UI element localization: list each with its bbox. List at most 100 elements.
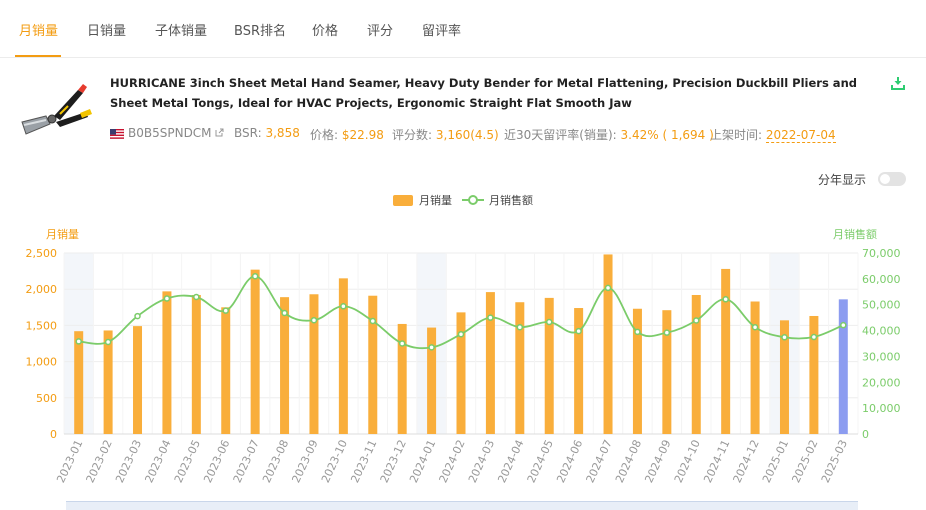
revenue-point [840, 321, 847, 329]
sales-bar [662, 310, 672, 434]
price-value: $22.98 [341, 128, 384, 142]
left-tick-label: 2,000 [26, 283, 58, 296]
sales-bar [456, 312, 466, 434]
sales-bar [838, 299, 848, 434]
x-tick-label: 2024-08 [613, 438, 644, 485]
x-tick-label: 2024-11 [701, 438, 732, 485]
bsr-info: BSR: 3,858 [234, 126, 300, 140]
revenue-point [722, 296, 729, 303]
x-tick-label: 2023-06 [201, 438, 232, 485]
left-tick-label: 1,000 [26, 356, 58, 369]
legend-bar-swatch[interactable] [393, 195, 413, 206]
sales-bar [74, 331, 84, 434]
review-count-label: 评分数: [392, 128, 433, 142]
tab-daily-sales[interactable]: 日销量 [87, 20, 126, 39]
download-icon[interactable] [891, 76, 905, 90]
sales-bar [309, 294, 319, 434]
x-tick-label: 2023-09 [289, 438, 320, 485]
sales-bar [338, 278, 348, 434]
tab-bar: 月销量 日销量 子体销量 BSR排名 价格 评分 留评率 [0, 0, 926, 58]
review-rate-info: 近30天留评率(销量): 3.42% ( 1,694 ) [504, 126, 714, 143]
right-tick-label: 20,000 [862, 376, 901, 389]
tab-monthly-sales[interactable]: 月销量 [19, 20, 58, 39]
revenue-point [810, 333, 818, 341]
price-label: 价格: [310, 128, 339, 142]
revenue-point [634, 328, 641, 336]
revenue-point [340, 303, 347, 310]
review-rate-value: 3.42% ( 1,694 ) [620, 128, 714, 142]
bsr-value: 3,858 [265, 126, 300, 140]
revenue-point [163, 295, 171, 302]
revenue-point [310, 316, 318, 324]
product-image[interactable] [16, 78, 96, 142]
x-tick-label: 2023-04 [142, 438, 173, 485]
sales-bar [721, 268, 731, 434]
x-tick-label: 2025-03 [819, 438, 850, 485]
x-tick-label: 2024-04 [495, 438, 526, 485]
x-tick-label: 2023-10 [319, 438, 350, 485]
sales-chart[interactable]: 2,500 2,000 1,500 1,000 500 0 70,000 60,000 50,0… [0, 240, 926, 510]
x-tick-label: 2023-11 [348, 438, 379, 485]
left-tick-label: 500 [36, 392, 57, 405]
revenue-point [516, 323, 524, 331]
x-tick-label: 2023-05 [172, 438, 203, 485]
x-tick-label: 2023-07 [231, 438, 262, 485]
sales-bar [103, 330, 113, 434]
x-tick-label: 2025-01 [760, 438, 791, 485]
tab-rating[interactable]: 评分 [367, 20, 393, 39]
revenue-point [751, 323, 759, 331]
tab-review-rate[interactable]: 留评率 [422, 20, 461, 39]
sales-bar [221, 307, 231, 434]
x-tick-label: 2023-12 [378, 438, 409, 485]
year-toggle-label: 分年显示 [818, 173, 867, 187]
x-tick-label: 2024-10 [672, 438, 703, 485]
revenue-point [663, 329, 671, 336]
x-tick-label: 2024-01 [407, 438, 438, 485]
right-tick-label: 30,000 [862, 350, 901, 363]
external-link-icon[interactable] [215, 128, 224, 137]
product-title[interactable]: HURRICANE 3inch Sheet Metal Hand Seamer,… [110, 73, 885, 113]
x-tick-label: 2024-05 [525, 438, 556, 485]
sales-bar [280, 297, 290, 434]
year-toggle-switch[interactable] [878, 172, 906, 186]
tab-bsr-rank[interactable]: BSR排名 [234, 20, 286, 39]
revenue-point [251, 273, 259, 280]
sales-bar [427, 327, 437, 434]
sales-bar [133, 326, 143, 434]
revenue-point [428, 344, 435, 351]
revenue-point [457, 330, 465, 338]
sales-bar [485, 292, 495, 434]
revenue-point [545, 318, 553, 326]
tab-price[interactable]: 价格 [312, 20, 338, 39]
revenue-point [134, 312, 141, 320]
x-tick-label: 2023-02 [84, 438, 115, 485]
sales-bar [809, 315, 819, 434]
legend-line-swatch[interactable] [462, 193, 484, 207]
right-tick-label: 10,000 [862, 402, 901, 415]
sales-bar [544, 297, 554, 434]
legend-monthly-sales[interactable]: 月销量 [419, 192, 452, 208]
x-tick-label: 2024-07 [584, 438, 615, 485]
sales-bar [250, 269, 260, 434]
launch-date-label: 上架时间: [710, 128, 763, 142]
review-rate-label: 近30天留评率(销量): [504, 128, 617, 142]
right-tick-label: 70,000 [862, 247, 901, 260]
asin-value: B0B5SPNDCM [128, 126, 212, 140]
sales-bar [515, 302, 525, 434]
right-tick-label: 60,000 [862, 273, 901, 286]
x-tick-label: 2023-08 [260, 438, 291, 485]
revenue-point [193, 293, 200, 301]
revenue-point [104, 338, 112, 346]
us-flag-icon [110, 129, 124, 139]
legend-monthly-revenue[interactable]: 月销售额 [489, 192, 533, 208]
x-tick-label: 2024-09 [642, 438, 673, 485]
x-tick-label: 2024-02 [437, 438, 468, 485]
chart-zoom-slider[interactable] [66, 501, 858, 510]
active-tab-indicator [15, 55, 61, 57]
tab-variant-sales[interactable]: 子体销量 [155, 20, 207, 39]
asin-link[interactable]: B0B5SPNDCM [128, 126, 224, 140]
launch-date-value[interactable]: 2022-07-04 [765, 128, 836, 143]
price-info: 价格: $22.98 [310, 126, 384, 143]
revenue-point [604, 284, 612, 292]
left-tick-label: 2,500 [26, 247, 58, 260]
